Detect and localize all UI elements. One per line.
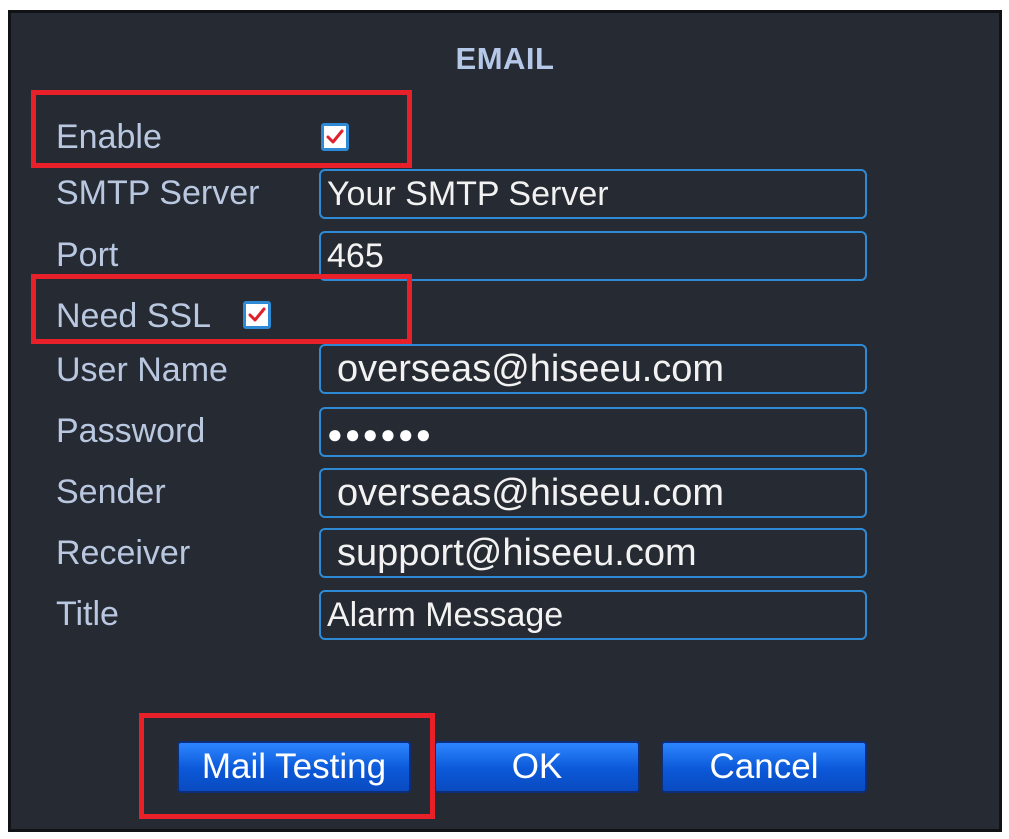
dialog-title: EMAIL: [455, 41, 555, 76]
receiver-label: Receiver: [56, 534, 191, 572]
password-mask: ●●●●●●: [327, 419, 434, 449]
enable-highlight-box: [31, 90, 412, 168]
smtp-server-label: SMTP Server: [56, 174, 260, 212]
user-name-label: User Name: [56, 351, 228, 389]
title-label: Title: [56, 595, 119, 633]
password-input[interactable]: ●●●●●●: [319, 407, 867, 457]
need-ssl-highlight-box: [31, 274, 412, 344]
sender-input[interactable]: overseas@hiseeu.com: [319, 468, 867, 518]
receiver-input[interactable]: support@hiseeu.com: [319, 528, 867, 578]
port-label: Port: [56, 236, 119, 274]
smtp-server-input[interactable]: Your SMTP Server: [319, 169, 867, 219]
cancel-button[interactable]: Cancel: [661, 741, 867, 793]
email-settings-dialog: EMAIL Enable SMTP Server Your SMTP Serve…: [8, 10, 1002, 832]
user-name-input[interactable]: overseas@hiseeu.com: [319, 344, 867, 394]
password-label: Password: [56, 412, 206, 450]
mail-testing-highlight-box: [139, 713, 435, 819]
title-input[interactable]: Alarm Message: [319, 590, 867, 640]
sender-label: Sender: [56, 473, 166, 511]
ok-button[interactable]: OK: [434, 741, 640, 793]
